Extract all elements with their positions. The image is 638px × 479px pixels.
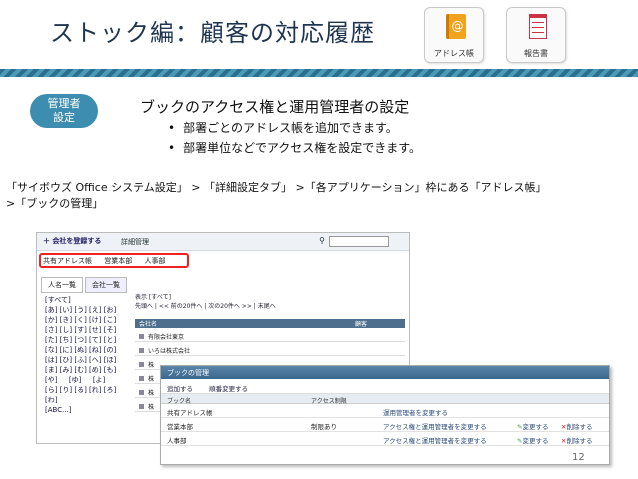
- tab-company[interactable]: 会社一覧: [85, 277, 127, 293]
- kana-index: [すべて] [あ] [い] [う] [え] [お] [か] [き] [く] [け…: [45, 295, 116, 415]
- delete-label: 削除する: [566, 423, 593, 431]
- col-company: 会社名: [139, 321, 158, 328]
- tab-people[interactable]: 人名一覧: [41, 277, 83, 293]
- reorder-button[interactable]: 順番変更する: [209, 385, 248, 393]
- change-access-link[interactable]: アクセス権と運用管理者を変更する: [383, 421, 487, 431]
- delete-label: 削除する: [566, 437, 593, 445]
- delete-link[interactable]: ✕削除する: [561, 421, 592, 431]
- edit-link[interactable]: ✎変更する: [517, 435, 548, 445]
- index-row[interactable]: [ABC...]: [45, 405, 116, 415]
- index-row[interactable]: [あ] [い] [う] [え] [お]: [45, 305, 116, 315]
- pager[interactable]: 先頭へ | << 前の20件へ | 次の20件へ >> | 末尾へ: [135, 302, 405, 311]
- screenshot-toolbar: ＋ 会社を登録する 詳細管理 ⚲: [37, 233, 409, 251]
- search-input[interactable]: [329, 236, 389, 247]
- path-line2: >「ブックの管理」: [6, 197, 104, 210]
- index-row[interactable]: [は] [ひ] [ふ] [へ] [ほ]: [45, 355, 116, 365]
- table-row: 共有アドレス帳 運用管理者を変更する: [161, 404, 609, 418]
- index-row[interactable]: [や] [ゆ] [よ]: [45, 375, 116, 385]
- index-row[interactable]: [さ] [し] [す] [せ] [そ]: [45, 325, 116, 335]
- settings-path: 「サイボウズ Office システム設定」 > 「詳細設定タブ」 >「各アプリケ…: [6, 180, 636, 212]
- address-book-app[interactable]: @ アドレス帳: [424, 7, 484, 63]
- index-all[interactable]: [すべて]: [45, 295, 116, 305]
- badge-line2: 設定: [53, 111, 75, 124]
- page-title: ストック編：顧客の対応履歴: [50, 19, 375, 47]
- admin-settings-badge: 管理者 設定: [30, 94, 98, 128]
- display-select[interactable]: 表示 [すべて]: [135, 293, 405, 302]
- access-status: 制限あり: [311, 423, 337, 431]
- book-management-toolbar: 追加する 順番変更する: [161, 379, 609, 394]
- page-number: 12: [572, 452, 585, 463]
- table-header: 会社名 顧客: [135, 319, 405, 328]
- delete-link[interactable]: ✕削除する: [561, 435, 592, 445]
- badge-line1: 管理者: [47, 97, 81, 110]
- table-row[interactable]: 有限会社東京: [135, 329, 405, 342]
- edit-label: 変更する: [522, 437, 549, 445]
- book-name: 人事部: [167, 437, 187, 445]
- index-row[interactable]: [わ]: [45, 395, 116, 405]
- search-icon[interactable]: ⚲: [319, 236, 325, 245]
- bullet-item: 部署ごとのアドレス帳を追加できます。: [168, 118, 421, 138]
- add-book-button[interactable]: 追加する: [167, 385, 193, 393]
- index-row[interactable]: [た] [ち] [つ] [て] [と]: [45, 335, 116, 345]
- manage-link[interactable]: 詳細管理: [121, 237, 149, 247]
- add-company-button[interactable]: ＋ 会社を登録する: [43, 237, 101, 245]
- report-icon: [529, 14, 547, 39]
- tab-bar: 人名一覧 会社一覧: [41, 277, 129, 293]
- decorative-band: [0, 69, 638, 77]
- col-customer: 顧客: [355, 321, 368, 328]
- bullet-item: 部署単位などでアクセス権を設定できます。: [168, 138, 421, 158]
- report-label: 報告書: [524, 49, 548, 58]
- address-book-label: アドレス帳: [434, 49, 474, 58]
- list-controls: 表示 [すべて] 先頭へ | << 前の20件へ | 次の20件へ >> | 末…: [135, 293, 405, 311]
- edit-label: 変更する: [522, 423, 549, 431]
- book-management-screenshot: ブックの管理 追加する 順番変更する ブック名 アクセス制限 共有アドレス帳 運…: [160, 365, 610, 465]
- index-row[interactable]: [な] [に] [ぬ] [ね] [の]: [45, 345, 116, 355]
- table-row: 人事部 アクセス権と運用管理者を変更する ✎変更する ✕削除する: [161, 432, 609, 446]
- book-table-header: ブック名 アクセス制限: [161, 394, 609, 405]
- edit-link[interactable]: ✎変更する: [517, 421, 548, 431]
- change-access-link[interactable]: アクセス権と運用管理者を変更する: [383, 435, 487, 445]
- table-row[interactable]: いろは株式会社: [135, 343, 405, 356]
- book-hr[interactable]: 人事部: [144, 257, 165, 265]
- table-row: 営業本部 制限あり アクセス権と運用管理者を変更する ✎変更する ✕削除する: [161, 418, 609, 432]
- address-book-icon: @: [446, 14, 466, 39]
- change-admin-link[interactable]: 運用管理者を変更する: [383, 407, 448, 417]
- book-list: 共有アドレス帳 営業本部 人事部: [43, 256, 175, 266]
- index-row[interactable]: [か] [き] [く] [け] [こ]: [45, 315, 116, 325]
- book-name: 共有アドレス帳: [167, 409, 213, 417]
- section-subtitle: ブックのアクセス権と運用管理者の設定: [140, 98, 410, 116]
- report-app[interactable]: 報告書: [506, 7, 566, 63]
- book-shared[interactable]: 共有アドレス帳: [43, 257, 92, 265]
- path-line1: 「サイボウズ Office システム設定」 > 「詳細設定タブ」 >「各アプリケ…: [6, 181, 547, 194]
- book-name: 営業本部: [167, 423, 193, 431]
- book-management-title: ブックの管理: [161, 366, 609, 379]
- index-row[interactable]: [ま] [み] [む] [め] [も]: [45, 365, 116, 375]
- book-sales[interactable]: 営業本部: [104, 257, 132, 265]
- bullet-list: 部署ごとのアドレス帳を追加できます。 部署単位などでアクセス権を設定できます。: [168, 118, 421, 158]
- index-row[interactable]: [ら] [り] [る] [れ] [ろ]: [45, 385, 116, 395]
